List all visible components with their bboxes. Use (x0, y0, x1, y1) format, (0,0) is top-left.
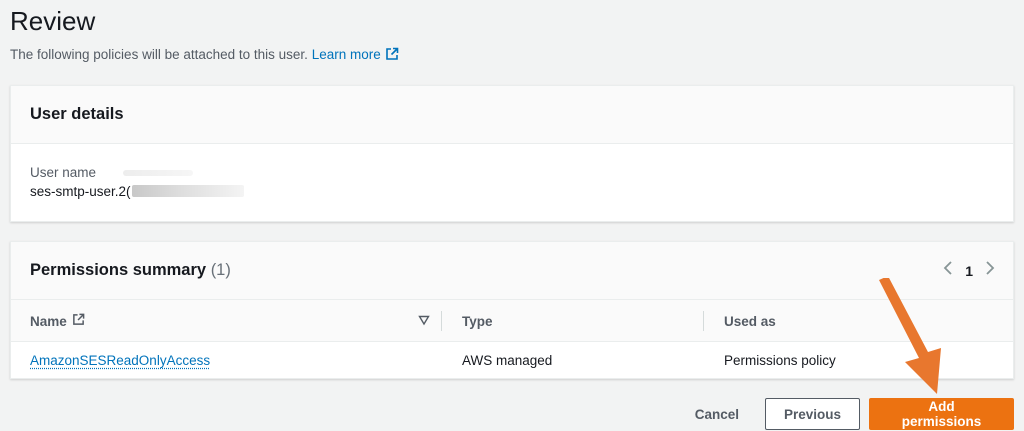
user-details-header: User details (11, 86, 1013, 144)
user-details-title: User details (30, 105, 124, 123)
column-divider[interactable] (703, 311, 704, 331)
column-name-label: Name (30, 313, 67, 329)
page-description: The following policies will be attached … (10, 47, 399, 64)
wizard-actions: Cancel Previous Add permissions (675, 398, 1014, 430)
column-header-used-as[interactable]: Used as (724, 300, 776, 342)
redaction-blur (131, 185, 244, 197)
table-header: Name Type Used as (11, 300, 1013, 342)
learn-more-link[interactable]: Learn more (312, 47, 399, 62)
external-link-icon (385, 47, 399, 64)
chevron-right-icon (986, 261, 995, 275)
chevron-left-icon (943, 261, 952, 275)
external-link-icon (72, 313, 85, 329)
column-header-name[interactable]: Name (30, 300, 85, 342)
user-name-value: ses-smtp-user.2( (30, 184, 244, 199)
previous-button[interactable]: Previous (765, 398, 860, 430)
page-title: Review (10, 6, 96, 36)
learn-more-label: Learn more (311, 47, 381, 62)
permissions-title: Permissions summary (1) (30, 261, 231, 280)
policy-name-cell: AmazonSESReadOnlyAccess (30, 342, 210, 379)
current-page-number[interactable]: 1 (965, 263, 973, 279)
annotation-arrow-icon (879, 278, 941, 394)
cancel-button[interactable]: Cancel (675, 398, 759, 430)
policy-used-as-cell: Permissions policy (724, 353, 836, 368)
redaction-blur (123, 170, 193, 176)
description-text: The following policies will be attached … (10, 47, 308, 62)
column-header-type[interactable]: Type (462, 300, 493, 342)
permissions-header: Permissions summary (1) 1 (11, 242, 1013, 300)
review-page: Review The following policies will be at… (0, 0, 1024, 431)
table-row: AmazonSESReadOnlyAccess AWS managed Perm… (11, 342, 1013, 379)
column-divider[interactable] (441, 311, 442, 331)
user-name-label: User name (30, 165, 97, 180)
permissions-title-text: Permissions summary (30, 261, 207, 279)
user-details-card: User details User name ses-smtp-user.2( (10, 85, 1014, 222)
permissions-count: (1) (210, 261, 231, 279)
next-page-button[interactable] (985, 260, 995, 281)
policy-name-link[interactable]: AmazonSESReadOnlyAccess (30, 353, 210, 368)
policy-type-cell: AWS managed (462, 353, 553, 368)
add-permissions-button[interactable]: Add permissions (869, 398, 1014, 430)
sort-down-icon[interactable] (418, 314, 430, 329)
user-name-text: ses-smtp-user.2( (30, 184, 131, 199)
permissions-summary-card: Permissions summary (1) 1 Name Type Used… (10, 241, 1014, 379)
